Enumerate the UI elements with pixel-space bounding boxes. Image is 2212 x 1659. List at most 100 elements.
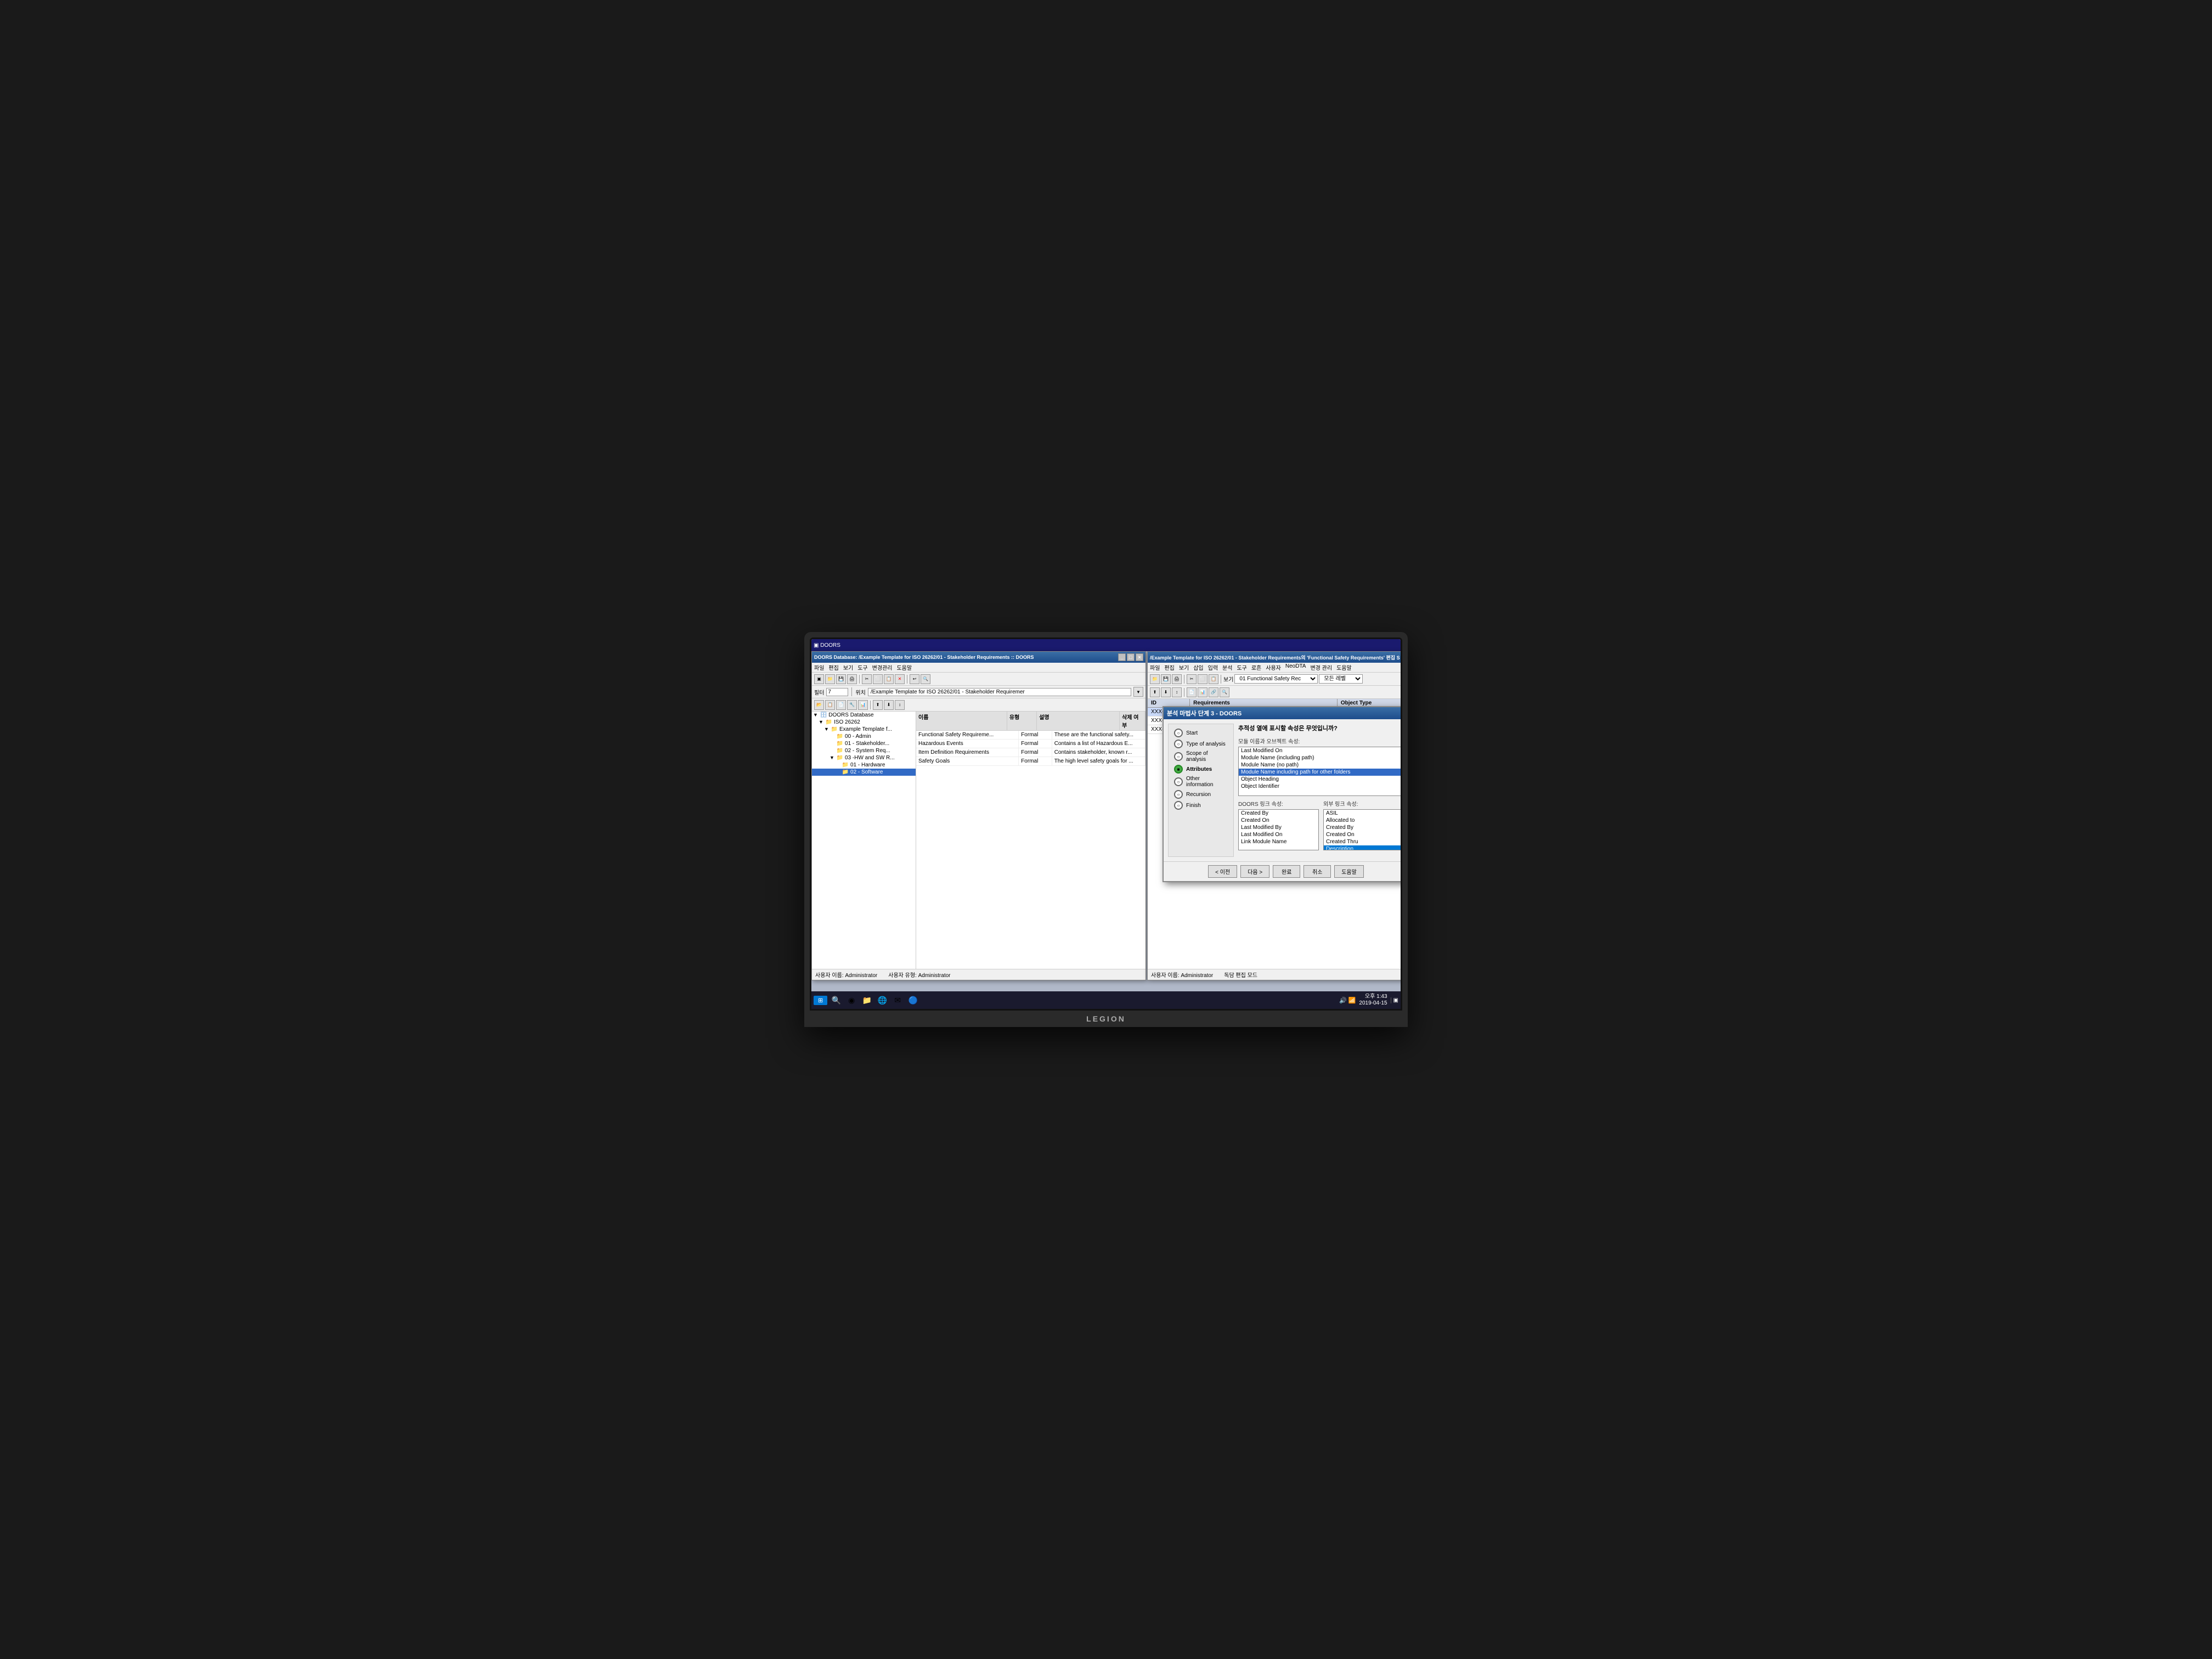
- address-input[interactable]: [868, 688, 1131, 696]
- attr-object-heading[interactable]: Object Heading: [1239, 776, 1402, 783]
- menu-tools[interactable]: 도구: [857, 663, 867, 672]
- rmenu-analysis[interactable]: 분석: [1222, 663, 1232, 672]
- rtb2-5[interactable]: 📊: [1198, 687, 1207, 697]
- minimize-button[interactable]: _: [1118, 653, 1126, 661]
- ext-created-thru[interactable]: Created Thru: [1324, 838, 1402, 845]
- module-attrs-listbox[interactable]: Last Modified On Module Name (including …: [1238, 747, 1402, 796]
- link-last-modified-by[interactable]: Last Modified By: [1239, 824, 1318, 831]
- attr-module-name-path[interactable]: Module Name (including path): [1239, 754, 1402, 761]
- rmenu-user[interactable]: 사용자: [1266, 663, 1281, 672]
- attr-last-modified-on[interactable]: Last Modified On: [1239, 747, 1402, 754]
- toolbar-btn-copy[interactable]: ⬜: [873, 674, 883, 684]
- tree-item-01stakeholder[interactable]: 📁 01 - Stakeholder...: [812, 740, 916, 747]
- toolbar-btn-g[interactable]: ⬇: [884, 700, 894, 710]
- toolbar-btn-f[interactable]: ⬆: [873, 700, 883, 710]
- ext-description[interactable]: Description: [1324, 845, 1402, 850]
- btn-prev[interactable]: < 이전: [1208, 865, 1237, 878]
- toolbar-btn-c[interactable]: 📄: [836, 700, 846, 710]
- taskbar-app-icon[interactable]: 🔵: [906, 994, 919, 1007]
- show-desktop-btn[interactable]: ▣: [1391, 997, 1398, 1003]
- link-last-modified-on[interactable]: Last Modified On: [1239, 831, 1318, 838]
- tree-item-03hwsw[interactable]: ▼ 📁 03 -HW and SW R...: [812, 754, 916, 761]
- toolbar-btn-3[interactable]: 💾: [836, 674, 846, 684]
- start-button[interactable]: ⊞: [814, 996, 827, 1005]
- toolbar-btn-5[interactable]: ↩: [910, 674, 919, 684]
- rmenu-insert[interactable]: 삽입: [1193, 663, 1203, 672]
- link-module-name[interactable]: Link Module Name: [1239, 838, 1318, 845]
- toolbar-btn-h[interactable]: ↕: [895, 700, 905, 710]
- link-created-by[interactable]: Created By: [1239, 810, 1318, 817]
- toolbar-btn-2[interactable]: 📁: [825, 674, 835, 684]
- menu-view[interactable]: 보기: [843, 663, 853, 672]
- close-button[interactable]: ×: [1136, 653, 1143, 661]
- rmenu-neodta[interactable]: NeoDTA: [1285, 663, 1306, 672]
- list-row[interactable]: Hazardous Events Formal Contains a list …: [916, 740, 1146, 748]
- tree-item-01hardware[interactable]: 📁 01 - Hardware: [812, 761, 916, 769]
- taskbar-edge-icon[interactable]: 🌐: [876, 994, 889, 1007]
- toolbar-btn-e[interactable]: 📊: [858, 700, 868, 710]
- rmenu-view[interactable]: 보기: [1179, 663, 1189, 672]
- btn-cancel[interactable]: 취소: [1304, 865, 1331, 878]
- level-dropdown[interactable]: 모든 레벨: [1319, 674, 1363, 684]
- rmenu-tools[interactable]: 도구: [1237, 663, 1246, 672]
- menu-changes[interactable]: 변경관리: [872, 663, 893, 672]
- tree-item-example-template[interactable]: ▼ 📁 Example Template f...: [812, 726, 916, 733]
- filter-dropdown[interactable]: 01 Functional Safety Rec: [1234, 674, 1318, 684]
- tree-item-00admin[interactable]: 📁 00 - Admin: [812, 733, 916, 740]
- rtb-4[interactable]: ✂: [1187, 674, 1197, 684]
- toolbar-btn-6[interactable]: 🔍: [921, 674, 930, 684]
- tree-item-02system[interactable]: 📁 02 - System Req...: [812, 747, 916, 754]
- rtb2-2[interactable]: ⬇: [1161, 687, 1171, 697]
- toolbar-btn-paste[interactable]: 📋: [884, 674, 894, 684]
- filter-input[interactable]: [826, 688, 848, 696]
- rmenu-changes[interactable]: 변경 관리: [1310, 663, 1332, 672]
- toolbar-btn-b[interactable]: 📋: [825, 700, 835, 710]
- toolbar-btn-1[interactable]: ▣: [814, 674, 824, 684]
- tree-item-doors-db[interactable]: ▼ 🗄 DOORS Database: [812, 712, 916, 719]
- toolbar-btn-d[interactable]: 🔧: [847, 700, 857, 710]
- menu-file[interactable]: 파일: [814, 663, 824, 672]
- rtb-1[interactable]: 📁: [1150, 674, 1160, 684]
- rtb-3[interactable]: 🖨: [1172, 674, 1182, 684]
- btn-finish[interactable]: 완료: [1273, 865, 1300, 878]
- attr-module-name-no-path[interactable]: Module Name (no path): [1239, 761, 1402, 769]
- list-row[interactable]: Functional Safety Requireme... Formal Th…: [916, 731, 1146, 740]
- rmenu-log[interactable]: 로흔: [1251, 663, 1261, 672]
- ext-allocated-to[interactable]: Allocated to: [1324, 817, 1402, 824]
- toolbar-btn-4[interactable]: 🖨: [847, 674, 857, 684]
- list-row[interactable]: Item Definition Requirements Formal Cont…: [916, 748, 1146, 757]
- rtb-5[interactable]: ⬜: [1198, 674, 1207, 684]
- ext-asil[interactable]: ASIL: [1324, 810, 1402, 817]
- taskbar-cortana-icon[interactable]: ◉: [845, 994, 858, 1007]
- link-created-on[interactable]: Created On: [1239, 817, 1318, 824]
- tree-item-02software[interactable]: 📁 02 - Software: [812, 769, 916, 776]
- tree-item-iso26262[interactable]: ▼ 📁 ISO 26262: [812, 719, 916, 726]
- ext-created-by[interactable]: Created By: [1324, 824, 1402, 831]
- rtb2-4[interactable]: 📄: [1187, 687, 1197, 697]
- rtb2-7[interactable]: 🔍: [1220, 687, 1229, 697]
- btn-help[interactable]: 도움말: [1334, 865, 1364, 878]
- rmenu-file[interactable]: 파일: [1150, 663, 1160, 672]
- taskbar-search-icon[interactable]: 🔍: [830, 994, 843, 1007]
- menu-edit[interactable]: 편집: [828, 663, 838, 672]
- maximize-button[interactable]: □: [1127, 653, 1135, 661]
- toolbar-btn-cut[interactable]: ✂: [862, 674, 872, 684]
- rmenu-help[interactable]: 도움말: [1336, 663, 1352, 672]
- attr-module-name-other[interactable]: Module Name including path for other fol…: [1239, 769, 1402, 776]
- rtb2-3[interactable]: ↕: [1172, 687, 1182, 697]
- rmenu-edit[interactable]: 편집: [1164, 663, 1174, 672]
- taskbar-file-explorer-icon[interactable]: 📁: [860, 994, 873, 1007]
- address-dropdown[interactable]: ▼: [1133, 687, 1143, 697]
- taskbar-mail-icon[interactable]: ✉: [891, 994, 904, 1007]
- rmenu-input[interactable]: 입력: [1208, 663, 1218, 672]
- btn-next[interactable]: 다음 >: [1240, 865, 1269, 878]
- doors-link-listbox[interactable]: Created By Created On Last Modified By L…: [1238, 809, 1319, 850]
- external-link-listbox[interactable]: ASIL Allocated to Created By Created On …: [1323, 809, 1402, 850]
- list-row[interactable]: Safety Goals Formal The high level safet…: [916, 757, 1146, 766]
- rtb-6[interactable]: 📋: [1209, 674, 1218, 684]
- toolbar-btn-delete[interactable]: ✕: [895, 674, 905, 684]
- rtb2-1[interactable]: ⬆: [1150, 687, 1160, 697]
- menu-help[interactable]: 도움말: [896, 663, 912, 672]
- ext-created-on[interactable]: Created On: [1324, 831, 1402, 838]
- rtb-2[interactable]: 💾: [1161, 674, 1171, 684]
